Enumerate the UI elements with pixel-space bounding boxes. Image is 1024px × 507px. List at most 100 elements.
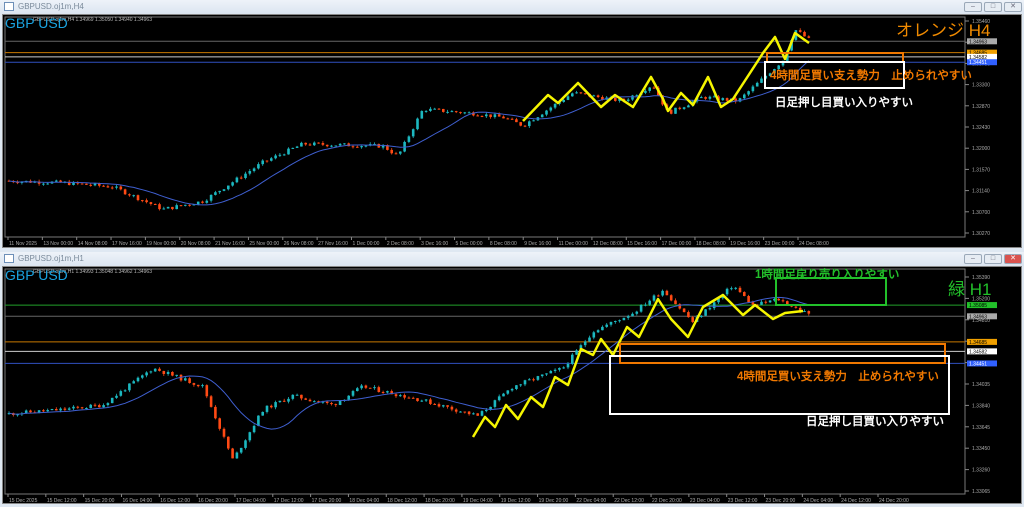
- candle-body: [209, 396, 213, 407]
- candle-body: [687, 105, 690, 108]
- candle-body: [248, 432, 252, 441]
- candle-body: [467, 411, 471, 415]
- candle-body: [334, 145, 338, 147]
- candle-body: [437, 108, 441, 110]
- candle-body: [781, 300, 785, 302]
- candle-body: [218, 190, 221, 193]
- candle-body: [42, 183, 45, 185]
- time-label: 11 Dec 00:00: [559, 241, 589, 247]
- candle-body: [295, 394, 299, 396]
- maximize-button[interactable]: □: [984, 254, 1002, 264]
- candle-body: [648, 300, 651, 305]
- candle-body: [644, 304, 647, 306]
- h1-chart[interactable]: 1.353901.352001.348101.344201.342301.340…: [2, 266, 1022, 504]
- candle-body: [708, 308, 712, 310]
- candle-body: [571, 93, 574, 97]
- annotation-h4-support: 4時間足買い支え勢力 止められやすい: [737, 371, 939, 383]
- time-label: 1 Dec 00:00: [352, 241, 379, 247]
- annotation-h4-support: 4時間足買い支え勢力 止められやすい: [770, 70, 972, 82]
- minimize-button[interactable]: –: [964, 2, 982, 12]
- candle-body: [510, 118, 514, 120]
- candle-body: [205, 200, 209, 203]
- candle-body: [635, 311, 639, 314]
- moving-average-line: [8, 60, 810, 206]
- candle-body: [381, 391, 385, 393]
- candle-body: [119, 391, 123, 396]
- candle-body: [50, 408, 54, 411]
- candle-body: [222, 189, 226, 191]
- candle-body: [502, 116, 505, 119]
- candle-body: [29, 410, 32, 413]
- candle-body: [485, 114, 488, 117]
- price-tick-label: 1.33840: [972, 403, 990, 409]
- candle-body: [192, 383, 196, 385]
- price-tick-label: 1.33260: [972, 468, 990, 474]
- candle-body: [566, 363, 570, 368]
- maximize-button[interactable]: □: [984, 2, 1002, 12]
- candle-body: [351, 146, 355, 148]
- time-label: 23 Dec 04:00: [690, 498, 720, 504]
- candle-body: [287, 398, 290, 402]
- candlestick-chart: 1.353901.352001.348101.344201.342301.340…: [4, 268, 997, 504]
- candle-body: [437, 404, 441, 407]
- candle-body: [63, 408, 67, 410]
- candle-body: [274, 402, 277, 408]
- candle-body: [364, 145, 368, 147]
- candle-body: [343, 143, 346, 145]
- candle-body: [657, 295, 660, 297]
- candle-body: [123, 189, 127, 195]
- candle-body: [553, 369, 557, 371]
- candle-body: [227, 436, 230, 449]
- candle-body: [265, 160, 269, 162]
- candle-body: [377, 387, 381, 392]
- candle-body: [764, 301, 768, 303]
- minimize-button[interactable]: –: [964, 254, 982, 264]
- candle-body: [115, 395, 118, 398]
- timeframe-label: オレンジ H4: [896, 21, 991, 40]
- time-label: 23 Dec 20:00: [766, 498, 796, 504]
- candle-body: [682, 107, 686, 109]
- candle-body: [652, 295, 656, 301]
- candle-body: [429, 108, 432, 111]
- close-button[interactable]: ✕: [1004, 2, 1022, 12]
- candle-body: [300, 394, 303, 399]
- candle-body: [313, 142, 316, 146]
- h4-chart[interactable]: 1.354601.341701.337301.333001.328701.324…: [2, 14, 1022, 248]
- candle-body: [433, 403, 436, 405]
- candle-body: [106, 403, 110, 406]
- candle-body: [132, 381, 135, 384]
- candle-body: [665, 290, 669, 296]
- candle-body: [605, 324, 608, 327]
- time-label: 16 Dec 12:00: [160, 498, 190, 504]
- candle-body: [450, 406, 454, 410]
- candle-body: [626, 99, 630, 101]
- candle-body: [386, 391, 389, 393]
- candle-body: [162, 208, 166, 210]
- candle-body: [566, 96, 570, 100]
- candle-body: [218, 418, 221, 429]
- candle-body: [360, 385, 363, 389]
- candle-body: [725, 98, 729, 101]
- time-label: 2 Dec 08:00: [387, 241, 414, 247]
- time-label: 17 Dec 04:00: [236, 498, 266, 504]
- candle-body: [734, 287, 737, 289]
- candle-body: [300, 142, 303, 147]
- title-bar[interactable]: GBPUSD.oj1m,H4 – □ ✕: [0, 0, 1024, 14]
- candle-body: [166, 206, 170, 209]
- candle-body: [682, 308, 686, 313]
- time-label: 15 Dec 20:00: [85, 498, 115, 504]
- candle-body: [128, 383, 131, 391]
- candle-body: [201, 385, 204, 387]
- candle-body: [338, 400, 342, 405]
- candle-body: [768, 300, 772, 303]
- candle-body: [700, 97, 703, 99]
- time-label: 19 Dec 20:00: [539, 498, 569, 504]
- h1-chart-window: GBPUSD.oj1m,H1 – □ ✕ 1.35390 1.35200 1.348…: [0, 252, 1024, 507]
- price-tick-label: 1.32000: [972, 146, 990, 152]
- candle-body: [601, 326, 604, 331]
- close-button[interactable]: ✕: [1004, 254, 1022, 264]
- candle-body: [433, 108, 436, 110]
- title-bar[interactable]: GBPUSD.oj1m,H1 – □ ✕: [0, 252, 1024, 266]
- time-label: 18 Dec 12:00: [387, 498, 417, 504]
- candle-body: [390, 149, 393, 154]
